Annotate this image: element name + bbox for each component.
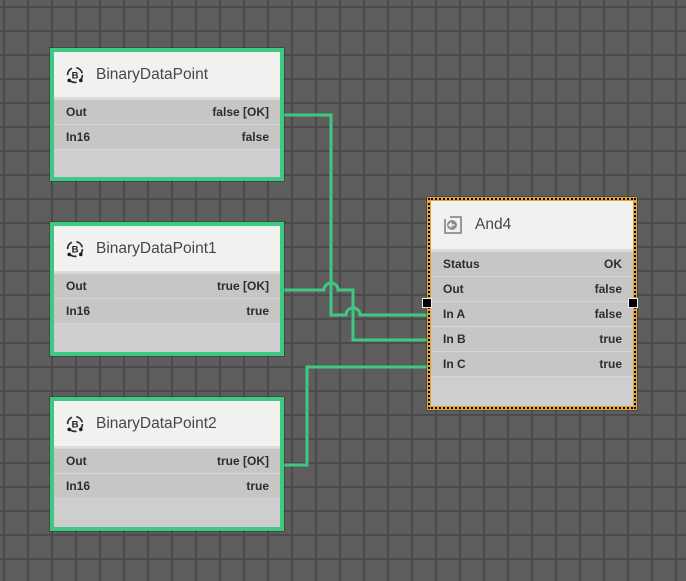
function-block-and4[interactable]: And4 Status OK Out false In A false In B… — [427, 197, 637, 410]
slot-label: In A — [443, 307, 465, 321]
slot-label: Out — [66, 454, 87, 468]
selection-handle-left[interactable] — [422, 298, 432, 308]
slot-row-in16[interactable]: In16 true — [54, 473, 280, 498]
slot-row-in-a[interactable]: In A false — [431, 301, 633, 326]
svg-text:B: B — [72, 244, 79, 255]
slot-label: In C — [443, 357, 466, 371]
binary-point-icon: B — [64, 238, 86, 260]
wire-sheet-canvas[interactable]: B BinaryDataPoint Out false [OK] In16 fa… — [0, 0, 686, 581]
function-block-binarydatapoint2[interactable]: B BinaryDataPoint2 Out true [OK] In16 tr… — [50, 397, 284, 531]
slot-row-in16[interactable]: In16 true — [54, 298, 280, 323]
slot-value: true — [246, 304, 269, 318]
slot-row-empty[interactable] — [54, 498, 280, 527]
svg-text:B: B — [72, 419, 79, 430]
block-title: BinaryDataPoint — [96, 66, 208, 84]
slot-value: false — [595, 282, 622, 296]
slot-row-out[interactable]: Out false — [431, 276, 633, 301]
wire-link[interactable] — [284, 115, 427, 315]
block-header[interactable]: B BinaryDataPoint — [54, 52, 280, 99]
block-header[interactable]: B BinaryDataPoint1 — [54, 226, 280, 273]
slot-label: Status — [443, 257, 480, 271]
slot-value: true [OK] — [217, 279, 269, 293]
slot-label: In16 — [66, 130, 90, 144]
block-header[interactable]: And4 — [431, 201, 633, 251]
slot-row-in16[interactable]: In16 false — [54, 124, 280, 149]
slot-row-empty[interactable] — [54, 149, 280, 177]
function-block-binarydatapoint[interactable]: B BinaryDataPoint Out false [OK] In16 fa… — [50, 48, 284, 181]
slot-label: Out — [66, 105, 87, 119]
slot-label: In16 — [66, 304, 90, 318]
slot-row-in-b[interactable]: In B true — [431, 326, 633, 351]
slot-label: In16 — [66, 479, 90, 493]
slot-value: true — [599, 357, 622, 371]
binary-point-icon: B — [64, 413, 86, 435]
logic-and-icon — [441, 213, 465, 237]
binary-point-icon: B — [64, 64, 86, 86]
slot-value: false — [595, 307, 622, 321]
wire-link[interactable] — [284, 367, 427, 465]
slot-value: true — [246, 479, 269, 493]
slot-row-out[interactable]: Out true [OK] — [54, 448, 280, 473]
slot-row-out[interactable]: Out false [OK] — [54, 99, 280, 124]
slot-row-out[interactable]: Out true [OK] — [54, 273, 280, 298]
slot-value: true [OK] — [217, 454, 269, 468]
block-title: BinaryDataPoint2 — [96, 415, 217, 433]
slot-row-empty[interactable] — [431, 376, 633, 406]
slot-row-in-c[interactable]: In C true — [431, 351, 633, 376]
slot-label: In B — [443, 332, 466, 346]
slot-value: true — [599, 332, 622, 346]
block-header[interactable]: B BinaryDataPoint2 — [54, 401, 280, 448]
slot-value: false — [242, 130, 269, 144]
slot-row-status[interactable]: Status OK — [431, 251, 633, 276]
wire-link[interactable] — [284, 283, 427, 340]
selection-handle-right[interactable] — [628, 298, 638, 308]
function-block-binarydatapoint1[interactable]: B BinaryDataPoint1 Out true [OK] In16 tr… — [50, 222, 284, 356]
block-title: BinaryDataPoint1 — [96, 240, 217, 258]
svg-text:B: B — [72, 70, 79, 81]
slot-value: false [OK] — [212, 105, 269, 119]
slot-label: Out — [443, 282, 464, 296]
slot-label: Out — [66, 279, 87, 293]
slot-row-empty[interactable] — [54, 323, 280, 352]
block-title: And4 — [475, 216, 511, 234]
slot-value: OK — [604, 257, 622, 271]
